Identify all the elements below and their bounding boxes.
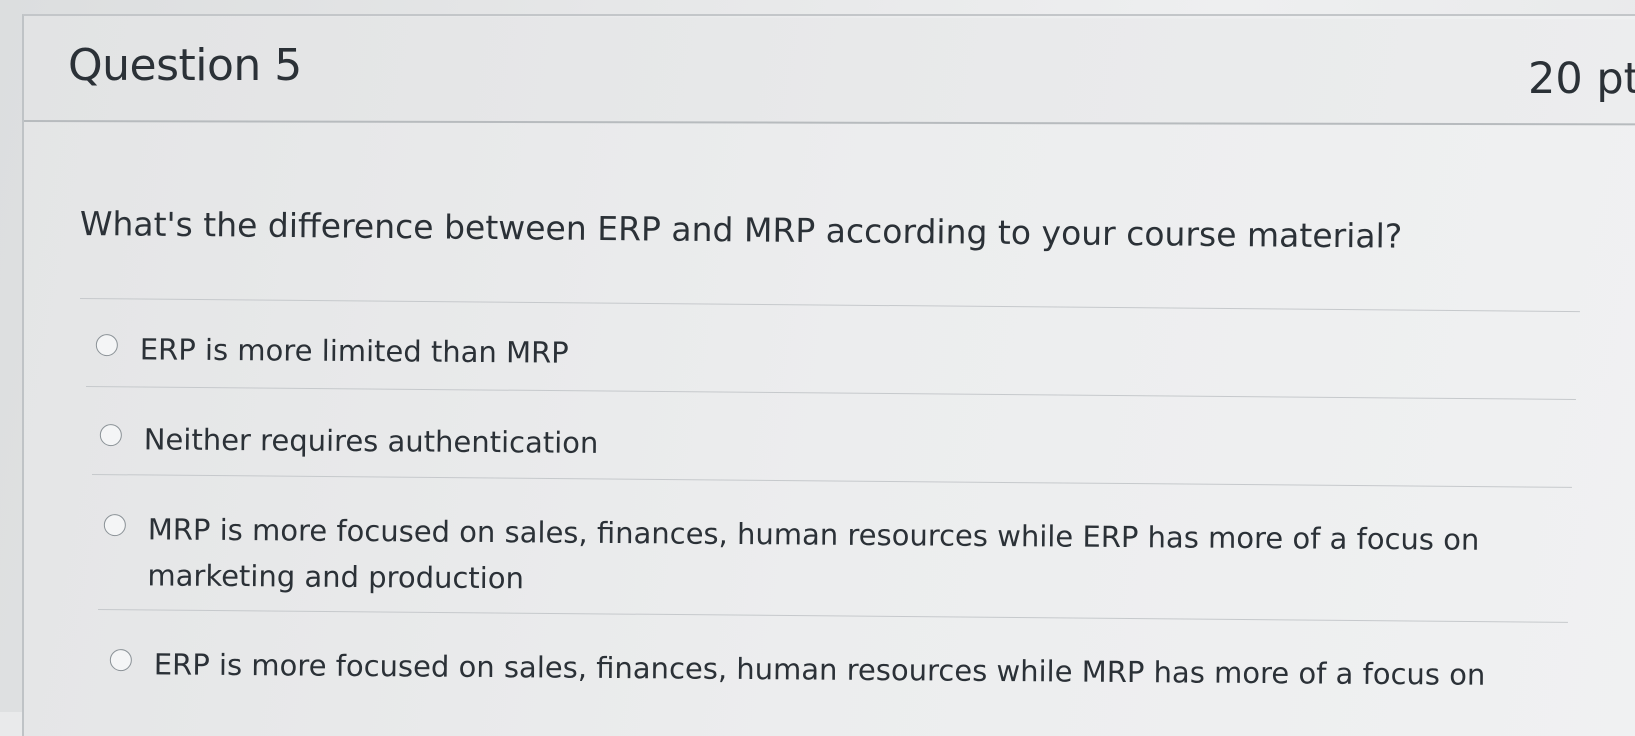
answer-divider xyxy=(79,298,1580,313)
answer-label-3-line2[interactable]: marketing and production xyxy=(147,552,524,601)
question-card: Question 5 20 pts What's the difference … xyxy=(22,14,1635,736)
answer-radio-2[interactable] xyxy=(99,423,122,447)
question-points: 20 pts xyxy=(1528,54,1635,104)
answer-divider xyxy=(97,609,1568,623)
question-title: Question 5 xyxy=(68,40,302,91)
answer-label-2[interactable]: Neither requires authentication xyxy=(144,416,599,466)
answer-divider xyxy=(91,474,1572,488)
answer-radio-3[interactable] xyxy=(103,513,126,537)
question-text: What's the difference between ERP and MR… xyxy=(79,204,1403,256)
answer-label-4[interactable]: ERP is more focused on sales, finances, … xyxy=(154,641,1486,697)
answer-label-1[interactable]: ERP is more limited than MRP xyxy=(140,326,569,375)
answer-radio-1[interactable] xyxy=(95,333,118,357)
answer-divider xyxy=(85,386,1576,401)
answer-radio-4[interactable] xyxy=(109,648,132,672)
